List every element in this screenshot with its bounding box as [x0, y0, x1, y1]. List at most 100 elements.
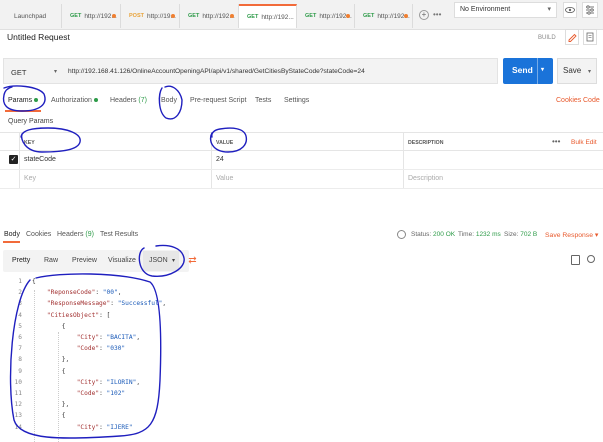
tab-method: GET: [363, 13, 375, 19]
environment-select[interactable]: No Environment ▾: [454, 2, 557, 18]
response-tab-headers[interactable]: Headers (9): [57, 231, 94, 238]
save-label: Save: [563, 66, 582, 75]
send-label: Send: [512, 65, 533, 75]
tab-headers[interactable]: Headers (7): [110, 97, 147, 104]
format-pretty[interactable]: Pretty: [12, 257, 30, 264]
code-line: {: [32, 367, 66, 375]
tab-settings[interactable]: Settings: [284, 97, 309, 104]
param-value[interactable]: 24: [216, 156, 224, 163]
json-format-select[interactable]: JSON ▾: [143, 251, 179, 271]
line-number-gutter: 1 2 3 4 5 6 7 8 9 10 11 12 13 14: [0, 276, 26, 442]
table-row-empty: Key Value Description: [0, 170, 603, 189]
size-info: Size: 702 B: [504, 231, 537, 238]
bulk-edit-link[interactable]: Bulk Edit: [571, 139, 597, 146]
value-placeholder[interactable]: Value: [216, 175, 233, 182]
response-tab-cookies[interactable]: Cookies: [26, 231, 51, 238]
tab-params-label: Params: [8, 97, 33, 104]
request-title[interactable]: Untitled Request: [7, 32, 70, 42]
search-icon[interactable]: [587, 255, 595, 263]
line-number: 3: [18, 300, 22, 308]
status-value: 200 OK: [433, 231, 456, 238]
method-select[interactable]: GET: [11, 68, 26, 77]
response-tab-test-results[interactable]: Test Results: [100, 231, 138, 238]
response-headers-count: (9): [85, 231, 94, 238]
globe-icon[interactable]: [397, 230, 406, 239]
request-tab[interactable]: POST http://19...: [121, 4, 180, 28]
tab-params[interactable]: Params: [8, 97, 39, 104]
tab-pre-request-script[interactable]: Pre-request Script: [190, 97, 246, 104]
line-number: 14: [14, 423, 22, 431]
new-tab-plus-icon[interactable]: +: [419, 10, 429, 20]
code-link[interactable]: Code: [583, 97, 600, 104]
description-placeholder[interactable]: Description: [408, 175, 443, 182]
line-number: 2: [18, 289, 22, 297]
unsaved-dot-icon: [171, 14, 175, 18]
settings-sliders-icon[interactable]: [582, 2, 598, 18]
tab-method: GET: [247, 14, 259, 20]
cookies-link[interactable]: Cookies: [556, 97, 581, 104]
tab-authorization-label: Authorization: [51, 97, 92, 104]
request-tab[interactable]: GET http://192...: [355, 4, 413, 28]
request-tab-active[interactable]: GET http://192...: [239, 4, 297, 28]
code-line: "City": "ILORIN",: [76, 378, 141, 386]
tab-launchpad[interactable]: Launchpad: [0, 4, 62, 28]
row-checkbox[interactable]: ✓: [9, 155, 18, 164]
status-info: Status: 200 OK: [411, 231, 455, 238]
format-raw[interactable]: Raw: [44, 257, 58, 264]
format-visualize[interactable]: Visualize: [108, 257, 136, 264]
param-key[interactable]: stateCode: [24, 156, 56, 163]
tab-authorization[interactable]: Authorization: [51, 97, 98, 104]
query-params-table: KEY VALUE DESCRIPTION ••• Bulk Edit ✓ st…: [0, 132, 603, 192]
format-preview[interactable]: Preview: [72, 257, 97, 264]
tab-label: http://192...: [261, 13, 294, 21]
unsaved-dot-icon: [230, 14, 234, 18]
tab-tests[interactable]: Tests: [255, 97, 271, 104]
eye-icon[interactable]: [563, 2, 577, 18]
time-label: Time:: [458, 231, 475, 238]
request-tab[interactable]: GET http://192...: [62, 4, 121, 28]
request-tab[interactable]: GET http://192...: [297, 4, 355, 28]
tab-method: GET: [305, 13, 317, 19]
unsaved-dot-icon: [404, 14, 408, 18]
code-line: },: [32, 356, 70, 364]
code-line: "City": "IJERE": [76, 423, 133, 431]
wrap-lines-icon[interactable]: ⇄: [186, 253, 199, 269]
url-input[interactable]: http://192.168.41.126/OnlineAccountOpeni…: [68, 68, 365, 75]
edit-pencil-icon[interactable]: [565, 29, 579, 45]
code-line: {: [32, 322, 66, 330]
line-number: 13: [14, 412, 22, 420]
chevron-down-icon: ▾: [547, 6, 551, 13]
unsaved-dot-icon: [346, 14, 350, 18]
code-line: "City": "BACITA",: [76, 334, 141, 341]
line-number: 11: [14, 390, 22, 397]
request-url-bar: GET ▾ http://192.168.41.126/OnlineAccoun…: [3, 58, 498, 84]
key-placeholder[interactable]: Key: [24, 175, 36, 182]
send-button[interactable]: Send ▾: [503, 58, 553, 84]
request-tab[interactable]: GET http://192...: [180, 4, 239, 28]
documentation-icon[interactable]: [583, 29, 597, 45]
more-options-icon[interactable]: •••: [552, 137, 560, 146]
response-body-editor[interactable]: 1 2 3 4 5 6 7 8 9 10 11 12 13 14 { "ReponseCode": "00…: [0, 276, 603, 442]
response-tab-body[interactable]: Body: [4, 231, 20, 238]
code-line: {: [32, 278, 36, 285]
save-button[interactable]: Save ▾: [557, 58, 597, 84]
line-number: 4: [18, 311, 22, 319]
chevron-down-icon[interactable]: ▾: [541, 66, 544, 73]
headers-count: (7): [138, 97, 147, 104]
save-response-button[interactable]: Save Response ▾: [545, 231, 598, 239]
code-line: "ResponseMessage": "Successful",: [46, 300, 167, 308]
code-line: },: [32, 401, 70, 409]
query-params-label: Query Params: [8, 118, 54, 125]
more-tabs-icon[interactable]: •••: [433, 10, 441, 19]
code-line: "Code": "102": [76, 390, 126, 397]
active-dot-icon: [93, 98, 98, 103]
tab-method: GET: [70, 13, 82, 19]
chevron-down-icon: ▾: [594, 232, 599, 239]
line-number: 10: [14, 378, 22, 386]
active-tab-indicator: [3, 241, 20, 243]
status-label: Status:: [411, 231, 432, 238]
table-row: ✓ stateCode 24: [0, 151, 603, 170]
chevron-down-icon[interactable]: ▾: [588, 68, 591, 75]
tab-body[interactable]: Body: [161, 97, 177, 104]
copy-icon[interactable]: [571, 255, 580, 265]
